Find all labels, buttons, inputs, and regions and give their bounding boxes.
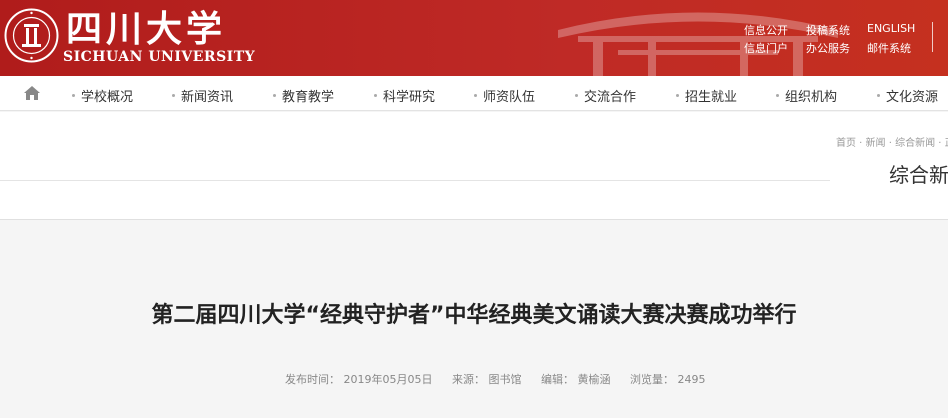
header-divider	[932, 22, 933, 52]
nav-item-admissions[interactable]: 招生就业	[676, 86, 737, 105]
nav-item-education[interactable]: 教育教学	[273, 86, 334, 105]
link-office-service[interactable]: 办公服务	[806, 40, 850, 56]
publish-date: 发布时间： 2019年05月05日	[285, 373, 433, 386]
nav-item-culture[interactable]: 文化资源	[877, 86, 938, 105]
nav-item-organization[interactable]: 组织机构	[776, 86, 837, 105]
logo-chinese-name[interactable]: 四川大学	[66, 11, 226, 47]
nav-item-news[interactable]: 新闻资讯	[172, 86, 233, 105]
article-meta: 发布时间： 2019年05月05日 来源： 图书馆 编辑： 黄榆涵 浏览量： 2…	[285, 371, 721, 387]
article-source: 来源： 图书馆	[451, 373, 522, 386]
section-divider	[0, 180, 830, 181]
main-nav: 学校概况 新闻资讯 教育教学 科学研究 师资队伍 交流合作 招生就业 组织机构 …	[0, 76, 948, 111]
home-icon[interactable]	[23, 85, 41, 101]
link-english[interactable]: ENGLISH	[867, 22, 915, 35]
view-count: 浏览量： 2495	[629, 373, 706, 386]
university-seal-logo[interactable]	[4, 8, 59, 63]
link-submission-system[interactable]: 投稿系统	[806, 22, 850, 38]
nav-item-research[interactable]: 科学研究	[374, 86, 435, 105]
link-info-disclosure[interactable]: 信息公开	[744, 22, 788, 38]
section-header: 首页 · 新闻 · 综合新闻 · 正 综合新	[0, 112, 948, 220]
article-title: 第二届四川大学“经典守护者”中华经典美文诵读大赛决赛成功举行	[151, 303, 797, 328]
breadcrumb[interactable]: 首页 · 新闻 · 综合新闻 · 正	[836, 134, 948, 149]
link-mail-system[interactable]: 邮件系统	[867, 40, 911, 56]
section-title: 综合新	[889, 163, 948, 187]
nav-item-faculty[interactable]: 师资队伍	[474, 86, 535, 105]
nav-item-exchange[interactable]: 交流合作	[575, 86, 636, 105]
nav-item-about[interactable]: 学校概况	[72, 86, 133, 105]
article-editor: 编辑： 黄榆涵	[540, 373, 611, 386]
site-header: 四川大学 SICHUAN UNIVERSITY 信息公开 投稿系统 ENGLIS…	[0, 0, 948, 76]
logo-english-name[interactable]: SICHUAN UNIVERSITY	[63, 49, 255, 65]
gate-arch-graphic	[558, 12, 838, 76]
link-info-portal[interactable]: 信息门户	[744, 40, 788, 56]
